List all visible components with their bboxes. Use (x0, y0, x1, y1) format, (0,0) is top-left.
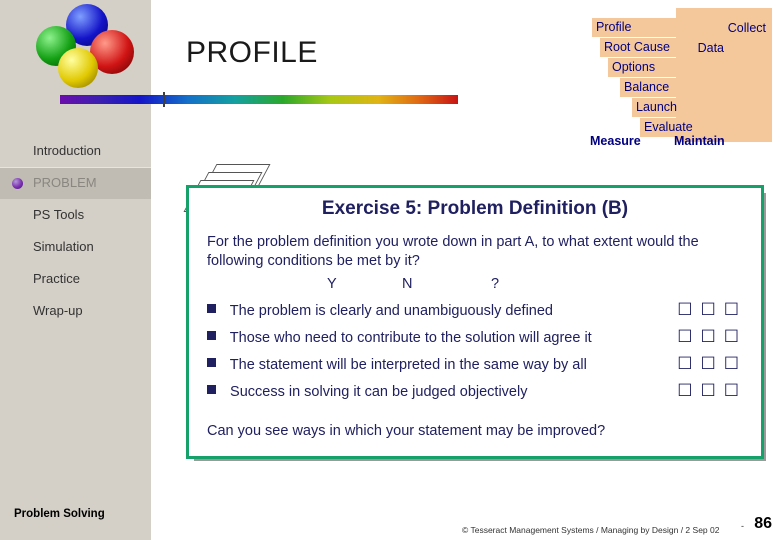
checkbox-group[interactable]: ☐☐☐ (677, 354, 747, 374)
sidebar-footer-label: Problem Solving (14, 508, 105, 520)
card-intro-text: For the problem definition you wrote dow… (207, 234, 699, 269)
square-bullet-icon (207, 331, 216, 340)
square-bullet-icon (207, 358, 216, 367)
checkbox-group[interactable]: ☐☐☐ (677, 300, 747, 320)
question-row: Those who need to contribute to the solu… (207, 330, 592, 346)
sidebar-item-practice[interactable]: Practice (0, 263, 151, 295)
spectrum-tick-icon (163, 92, 165, 107)
question-row: Success in solving it can be judged obje… (207, 384, 527, 400)
funnel-data-label: Data (697, 41, 724, 55)
spectrum-bar-icon (60, 95, 458, 104)
funnel-collect-label: Collect (727, 21, 766, 35)
square-bullet-icon (207, 385, 216, 394)
sidebar-item-problem[interactable]: PROBLEM (0, 167, 151, 199)
sidebar-item-label: PS Tools (33, 207, 85, 222)
sidebar-item-ps-tools[interactable]: PS Tools (0, 199, 151, 231)
question-text: Success in solving it can be judged obje… (230, 384, 528, 400)
question-row: The problem is clearly and unambiguously… (207, 303, 553, 319)
page-dash: - (741, 521, 744, 531)
exercise-card: Exercise 5: Problem Definition (B) For t… (186, 185, 764, 459)
column-header-yes: Y (327, 276, 337, 292)
funnel-step-options: Options (608, 58, 693, 77)
funnel-step-balance: Balance (620, 78, 697, 97)
page-number: 86 (754, 515, 772, 532)
sidebar-nav: Introduction PROBLEM PS Tools Simulation… (0, 135, 151, 327)
sidebar-item-wrap-up[interactable]: Wrap-up (0, 295, 151, 327)
question-text: Those who need to contribute to the solu… (229, 330, 592, 346)
column-header-no: N (402, 276, 413, 292)
sidebar-item-label: PROBLEM (33, 175, 97, 190)
sidebar-item-label: Wrap-up (33, 303, 83, 318)
sidebar-item-simulation[interactable]: Simulation (0, 231, 151, 263)
page-title: PROFILE (186, 36, 318, 69)
funnel-step-root-cause: Root Cause (600, 38, 691, 57)
sidebar-item-label: Practice (33, 271, 80, 286)
bullet-icon (12, 178, 23, 189)
funnel-step-profile: Profile (592, 18, 687, 37)
sidebar-item-label: Introduction (33, 143, 101, 158)
question-row: The statement will be interpreted in the… (207, 357, 587, 373)
sidebar-item-introduction[interactable]: Introduction (0, 135, 151, 167)
four-spheres-logo-icon (28, 4, 138, 90)
question-text: The statement will be interpreted in the… (229, 357, 587, 373)
funnel-maintain-label: Maintain (674, 134, 725, 148)
column-header-unknown: ? (491, 276, 500, 292)
process-funnel: Collect Data Profile Root Cause Options … (578, 8, 772, 148)
checkbox-group[interactable]: ☐☐☐ (677, 327, 747, 347)
square-bullet-icon (207, 304, 216, 313)
card-title: Exercise 5: Problem Definition (B) (321, 198, 629, 219)
funnel-step-measure: Measure (590, 134, 641, 148)
sphere-yellow-icon (58, 48, 98, 88)
funnel-step-launch: Launch (632, 98, 703, 117)
sidebar-item-label: Simulation (33, 239, 94, 254)
copyright-note: © Tesseract Management Systems / Managin… (462, 525, 720, 535)
checkbox-group[interactable]: ☐☐☐ (677, 381, 747, 401)
card-closing-text: Can you see ways in which your statement… (207, 423, 606, 439)
question-text: The problem is clearly and unambiguously… (229, 303, 553, 319)
